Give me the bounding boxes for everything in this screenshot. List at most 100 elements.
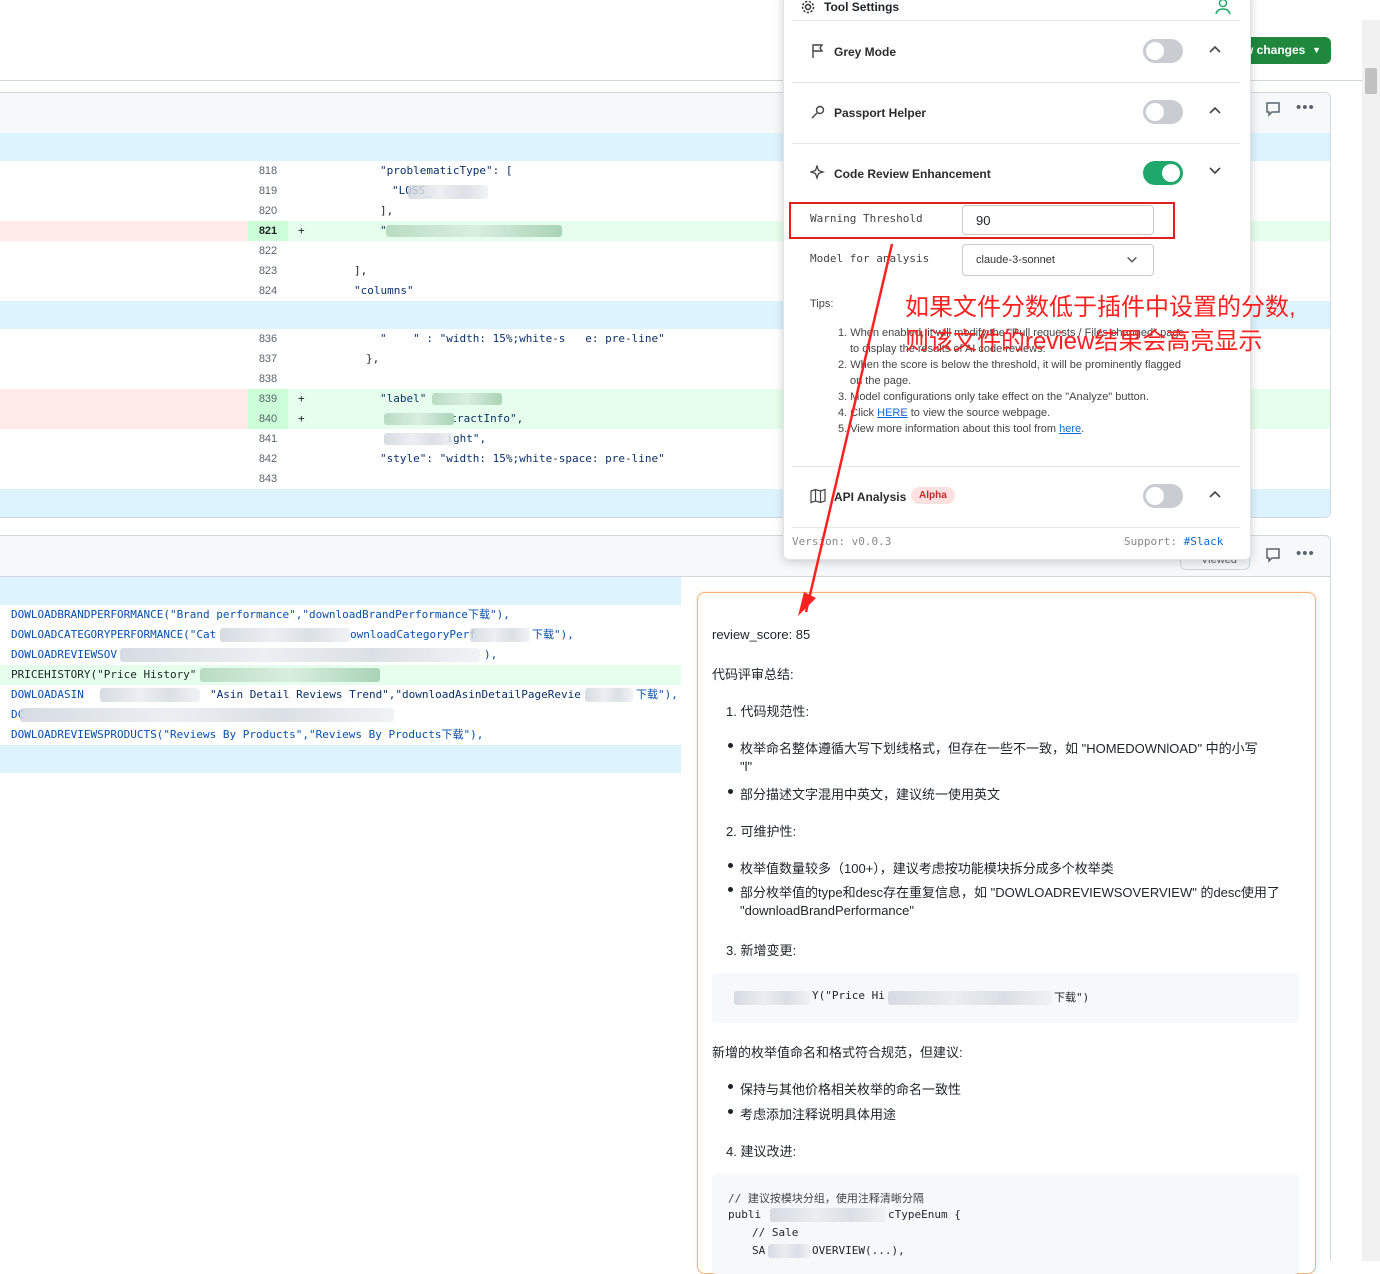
flag-icon	[810, 43, 826, 64]
grey-mode-toggle[interactable]	[1143, 39, 1183, 63]
comment-icon[interactable]	[1265, 101, 1281, 121]
redacted-block	[386, 225, 562, 237]
warning-threshold-input[interactable]: 90	[962, 205, 1154, 235]
hunk-expander[interactable]	[0, 577, 681, 605]
plus-sign: +	[298, 392, 305, 405]
api-analysis-toggle[interactable]	[1143, 484, 1183, 508]
support-label: Support: #Slack	[1124, 535, 1223, 548]
sparkle-icon	[808, 163, 826, 186]
more-options-icon[interactable]: •••	[1296, 545, 1315, 562]
code-review-toggle[interactable]	[1143, 161, 1183, 185]
code-block: // 建议按模块分组，使用注释清晰分隔 publi cTypeEnum { //…	[712, 1174, 1299, 1274]
line-number: 823	[258, 265, 278, 277]
code-text: "Asin Detail Reviews Trend","downloadAsi…	[210, 688, 581, 701]
redacted-block	[585, 688, 633, 702]
line-number: 839	[248, 389, 288, 409]
bullet	[728, 887, 733, 892]
review-button-label: w changes	[1244, 43, 1306, 57]
more-options-icon[interactable]: •••	[1296, 99, 1315, 116]
model-select[interactable]: claude-3-sonnet	[962, 244, 1154, 276]
summary-heading: 代码评审总结:	[712, 667, 794, 682]
bullet	[728, 1109, 733, 1114]
divider	[792, 82, 1240, 83]
tip-text: to view the source webpage.	[910, 407, 1051, 419]
bullet	[728, 1084, 733, 1089]
slack-link[interactable]: #Slack	[1184, 535, 1224, 548]
hunk-expander[interactable]	[0, 745, 681, 773]
line-number: 837	[258, 353, 278, 365]
code-text: DOWLOADCATEGORYPERFORMANCE("Cat	[11, 628, 217, 641]
divider	[792, 143, 1240, 144]
code-text: 下载"),	[532, 628, 574, 641]
bullet	[728, 863, 733, 868]
plus-sign: +	[298, 224, 305, 237]
divider	[792, 20, 1240, 21]
tip-text: .	[1081, 423, 1085, 435]
code-text: "label"	[380, 392, 427, 405]
comment-icon[interactable]	[1265, 547, 1281, 567]
code-text: "problematicType": [	[380, 164, 513, 177]
redacted-block	[734, 991, 810, 1005]
redacted-block	[120, 648, 480, 662]
passport-helper-toggle[interactable]	[1143, 100, 1183, 124]
review-item: 保持与其他价格相关枚举的命名一致性	[740, 1082, 962, 1097]
code-text: cTypeEnum {	[888, 1208, 961, 1221]
deleted-side	[0, 409, 248, 429]
annotation-text-line2: 则该文件的review结果会高亮显示	[905, 328, 1263, 355]
support-text: Support:	[1124, 535, 1177, 548]
deleted-side	[0, 389, 248, 409]
line-number: 819	[258, 185, 278, 197]
ai-review-panel: review_score: 85 代码评审总结: 1. 代码规范性: 枚举命名整…	[697, 592, 1316, 1274]
code-text: ],	[380, 204, 394, 217]
redacted-block	[408, 185, 488, 199]
code-text: 下载"),	[636, 688, 678, 701]
chevron-up-icon[interactable]	[1205, 486, 1225, 505]
line-number: 821	[248, 221, 288, 241]
section-heading: 1. 代码规范性:	[726, 704, 810, 719]
review-item: 部分描述文字混用中英文，建议统一使用英文	[740, 787, 1001, 802]
code-text: },	[366, 352, 380, 365]
review-note: 新增的枚举值命名和格式符合规范，但建议:	[712, 1045, 963, 1060]
annotation-arrow	[798, 243, 894, 616]
page-scrollbar[interactable]	[1362, 20, 1380, 1261]
annotation-text-line1: 如果文件分数低于插件中设置的分数,	[905, 294, 1296, 321]
code-review-label: Code Review Enhancement	[834, 167, 991, 181]
redacted-block	[432, 393, 502, 405]
review-item: 部分枚举值的type和desc存在重复信息，如 "DOWLOADREVIEWSO…	[740, 885, 1280, 900]
redacted-block	[220, 628, 350, 642]
gear-icon	[800, 0, 816, 20]
more-info-link[interactable]: here	[1059, 423, 1081, 435]
line-number: 843	[258, 473, 278, 485]
chevron-up-icon[interactable]	[1205, 41, 1225, 60]
line-number: 842	[258, 453, 278, 465]
line-number: 838	[258, 373, 278, 385]
redacted-block	[768, 1244, 810, 1258]
line-number: 818	[258, 165, 278, 177]
scrollbar-thumb[interactable]	[1365, 68, 1377, 94]
chevron-down-icon	[1125, 253, 1139, 272]
code-text: DOWLOADREVIEWSOV	[11, 648, 117, 661]
redacted-block	[20, 708, 394, 722]
line-number: 820	[258, 205, 278, 217]
code-text: DOWLOADBRANDPERFORMANCE("Brand performan…	[11, 608, 510, 621]
popup-title: Tool Settings	[824, 0, 900, 14]
plus-sign: +	[298, 412, 305, 425]
code-text: DOWLOADREVIEWSPRODUCTS("Reviews By Produ…	[11, 728, 484, 741]
chevron-up-icon[interactable]	[1205, 102, 1225, 121]
deleted-side	[0, 221, 248, 241]
review-item: "l"	[740, 759, 753, 774]
code-text: Y("Price Hi	[812, 989, 885, 1002]
code-text: " " : "width: 15%;white-s e: pre-line"	[380, 332, 665, 345]
section-heading: 4. 建议改进:	[726, 1144, 797, 1159]
redacted-block	[200, 668, 380, 682]
user-icon[interactable]	[1214, 0, 1232, 20]
review-item: "downloadBrandPerformance"	[740, 903, 914, 918]
review-item: 枚举命名整体遵循大写下划线格式，但存在一些不一致，如 "HOMEDOWNlOAD…	[740, 741, 1258, 756]
bullet	[728, 743, 733, 748]
code-text: ],	[354, 264, 368, 277]
section-heading: 3. 新增变更:	[726, 943, 797, 958]
redacted-block	[100, 688, 200, 702]
code-text: DOWLOADASIN	[11, 688, 84, 701]
redacted-block	[770, 1208, 886, 1222]
chevron-down-icon[interactable]	[1205, 163, 1225, 182]
